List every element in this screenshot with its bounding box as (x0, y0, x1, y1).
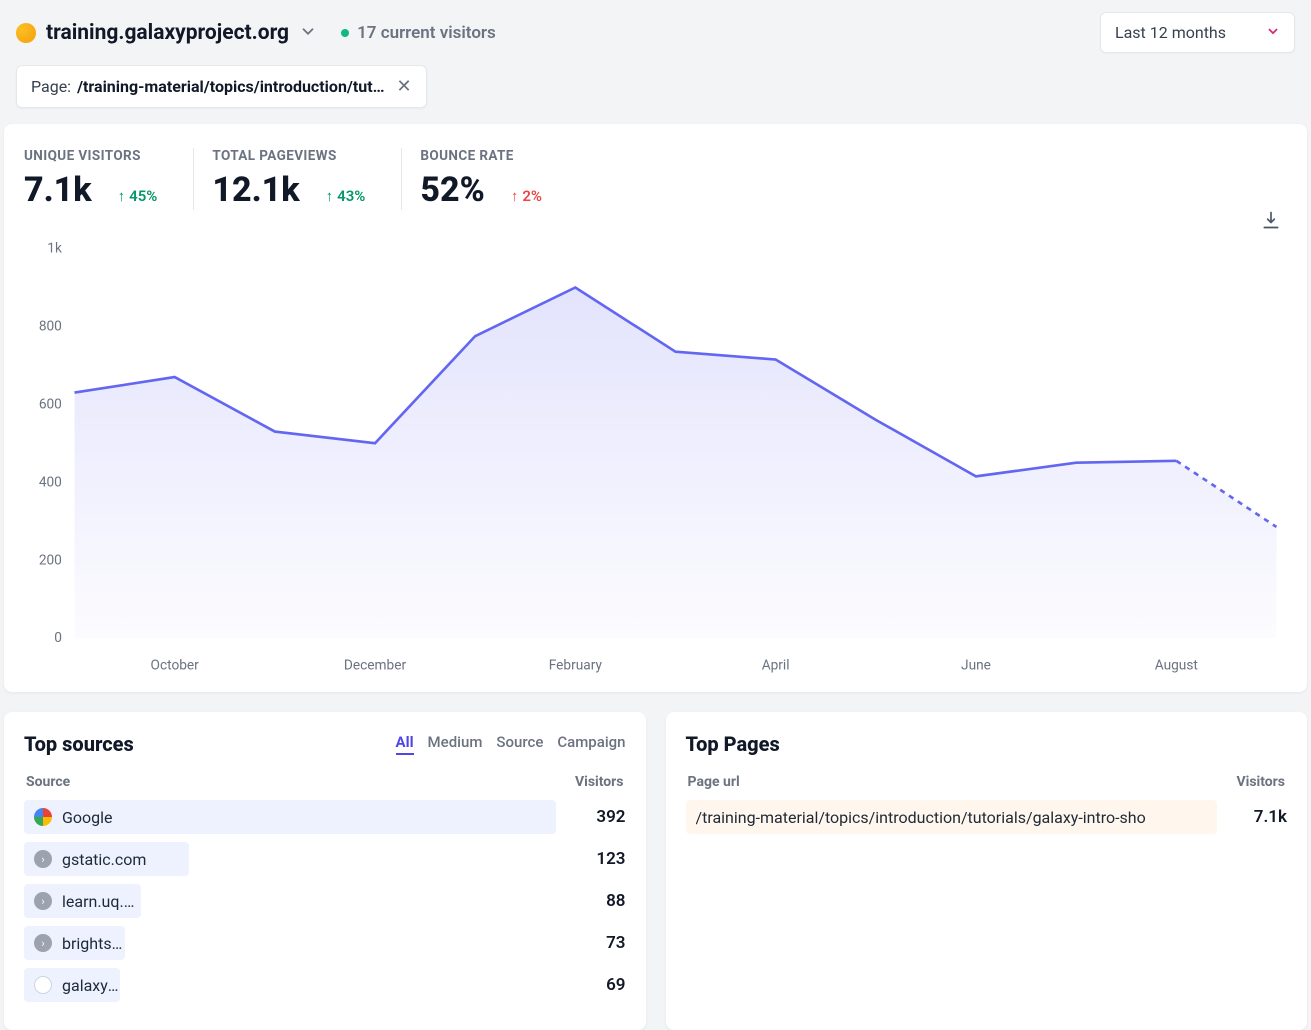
sources-list: Google 392 › gstatic.com 123 › learn.uq.edu.au… (24, 800, 626, 1002)
source-bar: › brightspace.avans.nl (24, 926, 125, 960)
header-left: training.galaxyproject.org 17 current vi… (16, 21, 496, 45)
source-favicon-icon (34, 808, 52, 826)
panel-title: Top sources (24, 732, 134, 756)
main-chart-card: UNIQUE VISITORS 7.1k ↑ 45% TOTAL PAGEVIEWS 1… (4, 124, 1307, 692)
source-name: learn.uq.edu.au (62, 892, 141, 911)
source-name: Google (62, 808, 113, 827)
sources-tabs: All Medium Source Campaign (396, 733, 626, 755)
arrow-up-icon: ↑ (511, 187, 519, 205)
y-tick-label: 800 (39, 319, 62, 335)
table-row[interactable]: › learn.uq.edu.au 88 (24, 884, 626, 918)
source-name: gstatic.com (62, 850, 146, 869)
page-visitors: 7.1k (1233, 807, 1287, 827)
metric-bounce-rate[interactable]: BOUNCE RATE 52% ↑ 2% (402, 148, 578, 210)
panel-title: Top Pages (686, 732, 780, 756)
table-row[interactable]: /training-material/topics/introduction/t… (686, 800, 1288, 834)
metric-label: UNIQUE VISITORS (24, 148, 157, 164)
source-name: brightspace.avans.nl (62, 934, 125, 953)
page-bar: /training-material/topics/introduction/t… (686, 800, 1218, 834)
col-pageurl: Page url (688, 774, 740, 790)
source-bar: › learn.uq.edu.au (24, 884, 141, 918)
y-tick-label: 200 (39, 552, 62, 568)
site-name: training.galaxyproject.org (46, 21, 289, 45)
close-icon[interactable]: ✕ (397, 76, 412, 97)
metric-label: TOTAL PAGEVIEWS (212, 148, 365, 164)
x-tick-label: February (549, 658, 603, 674)
filter-value: /training-material/topics/introduction/t… (77, 77, 384, 96)
source-favicon-icon (34, 976, 52, 994)
current-visitors[interactable]: 17 current visitors (341, 23, 496, 43)
source-bar: › gstatic.com (24, 842, 189, 876)
metrics-row: UNIQUE VISITORS 7.1k ↑ 45% TOTAL PAGEVIEWS 1… (24, 148, 1287, 210)
col-visitors: Visitors (1236, 774, 1285, 790)
metric-value: 52% (420, 170, 484, 210)
table-row[interactable]: › brightspace.avans.nl 73 (24, 926, 626, 960)
table-row[interactable]: Google 392 (24, 800, 626, 834)
metric-unique-visitors[interactable]: UNIQUE VISITORS 7.1k ↑ 45% (24, 148, 194, 210)
metric-value: 7.1k (24, 170, 92, 210)
filter-label: Page: (31, 77, 71, 96)
x-tick-label: December (344, 658, 407, 674)
y-tick-label: 400 (39, 474, 62, 490)
tab-medium[interactable]: Medium (428, 733, 483, 755)
current-visitors-text: 17 current visitors (357, 23, 496, 43)
y-tick-label: 0 (54, 630, 62, 646)
header: training.galaxyproject.org 17 current vi… (0, 0, 1311, 61)
x-tick-label: June (961, 658, 991, 674)
metric-total-pageviews[interactable]: TOTAL PAGEVIEWS 12.1k ↑ 43% (194, 148, 402, 210)
source-favicon-icon: › (34, 850, 52, 868)
period-label: Last 12 months (1115, 23, 1226, 42)
top-pages-panel: Top Pages Page url Visitors /training-ma… (666, 712, 1308, 1030)
source-visitors: 123 (572, 849, 626, 869)
tab-all[interactable]: All (396, 733, 414, 755)
live-dot-icon (341, 29, 349, 37)
source-bar: Google (24, 800, 556, 834)
table-row[interactable]: galaxyproject.eu 69 (24, 968, 626, 1002)
chevron-down-icon (1266, 23, 1280, 42)
source-favicon-icon: › (34, 892, 52, 910)
metric-label: BOUNCE RATE (420, 148, 542, 164)
filter-row: Page: /training-material/topics/introduc… (0, 61, 1311, 124)
x-tick-label: August (1155, 658, 1198, 674)
page-url: /training-material/topics/introduction/t… (696, 808, 1146, 827)
col-visitors: Visitors (575, 774, 624, 790)
panels-row: Top sources All Medium Source Campaign Sour… (4, 712, 1307, 1030)
metric-delta: ↑ 45% (118, 187, 158, 205)
y-tick-label: 1k (47, 241, 62, 257)
download-icon[interactable] (1261, 210, 1281, 234)
metric-delta: ↑ 43% (326, 187, 366, 205)
arrow-up-icon: ↑ (118, 187, 126, 205)
top-sources-panel: Top sources All Medium Source Campaign Sour… (4, 712, 646, 1030)
source-bar: galaxyproject.eu (24, 968, 120, 1002)
tab-source[interactable]: Source (496, 733, 543, 755)
site-favicon-icon (16, 23, 36, 43)
x-tick-label: October (151, 658, 200, 674)
source-name: galaxyproject.eu (62, 976, 120, 995)
metric-delta: ↑ 2% (511, 187, 542, 205)
source-visitors: 392 (572, 807, 626, 827)
visitors-chart: 0 200 400 600 800 1k October December February Ap… (24, 238, 1287, 680)
period-selector[interactable]: Last 12 months (1100, 12, 1295, 53)
arrow-up-icon: ↑ (326, 187, 334, 205)
table-row[interactable]: › gstatic.com 123 (24, 842, 626, 876)
source-visitors: 88 (572, 891, 626, 911)
metric-value: 12.1k (212, 170, 299, 210)
filter-pill-page[interactable]: Page: /training-material/topics/introduc… (16, 65, 427, 108)
source-visitors: 73 (572, 933, 626, 953)
y-tick-label: 600 (39, 397, 62, 413)
chart-svg: 0 200 400 600 800 1k October December February Ap… (24, 238, 1287, 680)
x-tick-label: April (762, 658, 790, 674)
pages-list: /training-material/topics/introduction/t… (686, 800, 1288, 834)
site-selector[interactable]: training.galaxyproject.org (16, 21, 317, 45)
col-source: Source (26, 774, 70, 790)
tab-campaign[interactable]: Campaign (557, 733, 625, 755)
source-visitors: 69 (572, 975, 626, 995)
chevron-down-icon (299, 22, 317, 44)
source-favicon-icon: › (34, 934, 52, 952)
